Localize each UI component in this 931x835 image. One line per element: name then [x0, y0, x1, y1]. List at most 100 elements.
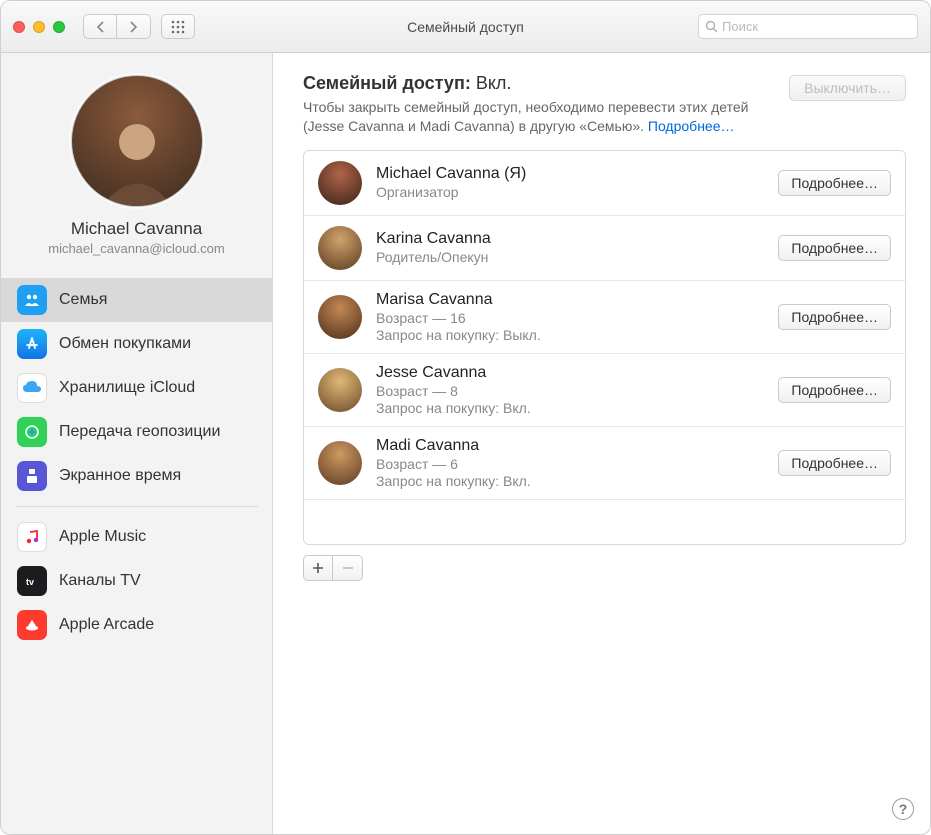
details-button[interactable]: Подробнее…: [778, 170, 891, 196]
member-avatar: [318, 295, 362, 339]
minus-icon: [342, 562, 354, 574]
show-all-button[interactable]: [161, 14, 195, 39]
member-avatar: [318, 441, 362, 485]
member-role: Возраст — 16: [376, 310, 764, 326]
sidebar-label: Семья: [59, 291, 107, 309]
icloud-icon: [17, 373, 47, 403]
window-controls: [13, 21, 65, 33]
add-member-button[interactable]: [303, 555, 333, 581]
heading-description: Чтобы закрыть семейный доступ, необходим…: [303, 98, 779, 136]
window: Семейный доступ Michael Cavanna michael_…: [0, 0, 931, 835]
arcade-icon: [17, 610, 47, 640]
profile-block: Michael Cavanna michael_cavanna@icloud.c…: [1, 53, 272, 268]
turn-off-button[interactable]: Выключить…: [789, 75, 906, 101]
heading-status: Вкл.: [476, 73, 512, 93]
member-purchase: Запрос на покупку: Вкл.: [376, 400, 764, 416]
search-icon: [705, 20, 718, 33]
member-row[interactable]: Madi Cavanna Возраст — 6 Запрос на покуп…: [304, 427, 905, 500]
main-header: Семейный доступ: Вкл. Чтобы закрыть семе…: [303, 73, 906, 136]
member-info: Karina Cavanna Родитель/Опекун: [376, 230, 764, 265]
main-content: Семейный доступ: Вкл. Чтобы закрыть семе…: [273, 53, 930, 834]
sidebar-item-apple-music[interactable]: Apple Music: [1, 515, 272, 559]
sidebar-label: Передача геопозиции: [59, 423, 220, 441]
details-button[interactable]: Подробнее…: [778, 235, 891, 261]
grid-icon: [171, 20, 185, 34]
member-row[interactable]: Marisa Cavanna Возраст — 16 Запрос на по…: [304, 281, 905, 354]
back-button[interactable]: [83, 14, 117, 39]
sidebar-list: Семья Обмен покупками Хранилище iCloud: [1, 278, 272, 647]
sidebar-label: Обмен покупками: [59, 335, 191, 353]
appstore-icon: [17, 329, 47, 359]
learn-more-link[interactable]: Подробнее…: [648, 118, 735, 134]
member-name: Jesse Cavanna: [376, 364, 764, 382]
sidebar-item-tv-channels[interactable]: tv Каналы TV: [1, 559, 272, 603]
sidebar-item-screen-time[interactable]: Экранное время: [1, 454, 272, 498]
question-mark-icon: ?: [899, 801, 908, 817]
sidebar-item-location-sharing[interactable]: Передача геопозиции: [1, 410, 272, 454]
member-row[interactable]: Michael Cavanna (Я) Организатор Подробне…: [304, 151, 905, 216]
forward-button[interactable]: [117, 14, 151, 39]
search-field[interactable]: [698, 14, 918, 39]
member-info: Michael Cavanna (Я) Организатор: [376, 165, 764, 200]
sidebar-label: Apple Arcade: [59, 616, 154, 634]
svg-text:tv: tv: [26, 577, 34, 587]
member-avatar: [318, 161, 362, 205]
member-name: Michael Cavanna (Я): [376, 165, 764, 183]
close-button[interactable]: [13, 21, 25, 33]
member-info: Madi Cavanna Возраст — 6 Запрос на покуп…: [376, 437, 764, 489]
member-avatar: [318, 368, 362, 412]
person-icon: [87, 106, 187, 206]
titlebar: Семейный доступ: [1, 1, 930, 53]
sidebar-item-family[interactable]: Семья: [1, 278, 272, 322]
family-icon: [17, 285, 47, 315]
sidebar-label: Хранилище iCloud: [59, 379, 195, 397]
profile-email: michael_cavanna@icloud.com: [11, 241, 262, 256]
member-role: Возраст — 8: [376, 383, 764, 399]
location-icon: [17, 417, 47, 447]
maximize-button[interactable]: [53, 21, 65, 33]
sidebar-label: Экранное время: [59, 467, 181, 485]
details-button[interactable]: Подробнее…: [778, 450, 891, 476]
details-button[interactable]: Подробнее…: [778, 304, 891, 330]
sidebar: Michael Cavanna michael_cavanna@icloud.c…: [1, 53, 273, 834]
list-spacer: [304, 500, 905, 544]
member-name: Marisa Cavanna: [376, 291, 764, 309]
member-role: Возраст — 6: [376, 456, 764, 472]
member-purchase: Запрос на покупку: Вкл.: [376, 473, 764, 489]
help-button[interactable]: ?: [892, 798, 914, 820]
user-avatar[interactable]: [71, 75, 203, 207]
member-role: Организатор: [376, 184, 764, 200]
add-remove-controls: [303, 555, 906, 581]
sidebar-label: Каналы TV: [59, 572, 141, 590]
heading-prefix: Семейный доступ:: [303, 73, 471, 93]
sidebar-label: Apple Music: [59, 528, 146, 546]
music-icon: [17, 522, 47, 552]
minimize-button[interactable]: [33, 21, 45, 33]
member-row[interactable]: Karina Cavanna Родитель/Опекун Подробнее…: [304, 216, 905, 281]
divider: [15, 506, 258, 507]
member-name: Karina Cavanna: [376, 230, 764, 248]
chevron-right-icon: [129, 21, 138, 33]
search-input[interactable]: [722, 19, 911, 34]
member-info: Marisa Cavanna Возраст — 16 Запрос на по…: [376, 291, 764, 343]
sidebar-item-icloud-storage[interactable]: Хранилище iCloud: [1, 366, 272, 410]
member-purchase: Запрос на покупку: Выкл.: [376, 327, 764, 343]
sidebar-item-purchase-sharing[interactable]: Обмен покупками: [1, 322, 272, 366]
remove-member-button[interactable]: [333, 555, 363, 581]
members-list: Michael Cavanna (Я) Организатор Подробне…: [303, 150, 906, 545]
plus-icon: [312, 562, 324, 574]
member-avatar: [318, 226, 362, 270]
window-title: Семейный доступ: [407, 19, 524, 35]
sidebar-item-apple-arcade[interactable]: Apple Arcade: [1, 603, 272, 647]
chevron-left-icon: [96, 21, 105, 33]
member-name: Madi Cavanna: [376, 437, 764, 455]
body: Michael Cavanna michael_cavanna@icloud.c…: [1, 53, 930, 834]
member-row[interactable]: Jesse Cavanna Возраст — 8 Запрос на поку…: [304, 354, 905, 427]
details-button[interactable]: Подробнее…: [778, 377, 891, 403]
tv-icon: tv: [17, 566, 47, 596]
profile-name: Michael Cavanna: [11, 219, 262, 239]
heading: Семейный доступ: Вкл.: [303, 73, 779, 94]
member-info: Jesse Cavanna Возраст — 8 Запрос на поку…: [376, 364, 764, 416]
member-role: Родитель/Опекун: [376, 249, 764, 265]
nav-buttons: [83, 14, 151, 39]
